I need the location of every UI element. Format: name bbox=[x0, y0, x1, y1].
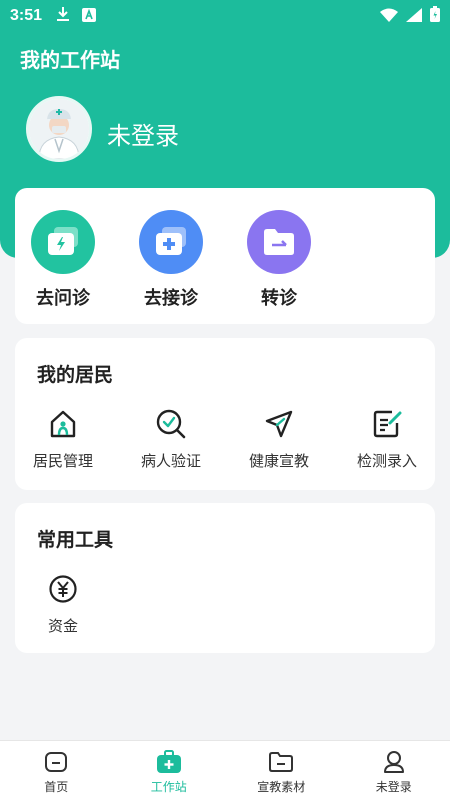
home-icon bbox=[43, 750, 69, 774]
tab-profile[interactable]: 未登录 bbox=[338, 741, 450, 800]
tab-workstation[interactable]: 工作站 bbox=[113, 741, 226, 800]
tools-title: 常用工具 bbox=[37, 529, 114, 551]
tab-education-materials-label: 宣教素材 bbox=[257, 780, 306, 794]
folder-icon bbox=[268, 750, 294, 774]
quick-actions-card: 去问诊 去接诊 转诊 bbox=[15, 188, 435, 324]
search-check-icon bbox=[155, 408, 187, 440]
send-icon bbox=[263, 408, 295, 440]
funds-button[interactable]: 资金 bbox=[13, 573, 113, 636]
test-entry-button[interactable]: 检测录入 bbox=[337, 408, 437, 471]
page-title: 我的工作站 bbox=[20, 48, 120, 72]
consultation-label: 去问诊 bbox=[36, 288, 90, 309]
yuan-icon bbox=[47, 573, 79, 605]
status-bar: 3:51 bbox=[0, 0, 450, 32]
signal-icon bbox=[406, 7, 422, 26]
medical-kit-icon bbox=[156, 750, 182, 774]
reception-label: 去接诊 bbox=[144, 288, 198, 309]
avatar[interactable] bbox=[26, 96, 92, 162]
test-entry-label: 检测录入 bbox=[356, 452, 417, 470]
residents-card: 我的居民 居民管理 病人验证 健康宣教 检测录入 bbox=[15, 338, 435, 490]
app-notification-icon bbox=[82, 7, 97, 26]
username[interactable]: 未登录 bbox=[107, 116, 179, 151]
edit-document-icon bbox=[371, 408, 403, 440]
tab-home-label: 首页 bbox=[44, 780, 69, 794]
consultation-button[interactable]: 去问诊 bbox=[23, 210, 103, 310]
funds-label: 资金 bbox=[47, 617, 78, 635]
status-time: 3:51 bbox=[10, 7, 43, 24]
tab-education-materials[interactable]: 宣教素材 bbox=[225, 741, 338, 800]
referral-button[interactable]: 转诊 bbox=[239, 210, 319, 310]
wifi-icon bbox=[380, 7, 398, 26]
tab-workstation-label: 工作站 bbox=[150, 780, 187, 794]
health-education-button[interactable]: 健康宣教 bbox=[229, 408, 329, 471]
tools-card: 常用工具 资金 bbox=[15, 503, 435, 653]
resident-management-label: 居民管理 bbox=[32, 452, 93, 470]
bottom-tab-bar: 首页 工作站 宣教素材 未登录 bbox=[0, 740, 450, 800]
folder-transfer-icon bbox=[247, 210, 311, 274]
resident-management-button[interactable]: 居民管理 bbox=[13, 408, 113, 471]
download-icon bbox=[56, 6, 70, 26]
tab-profile-label: 未登录 bbox=[375, 780, 412, 794]
doctor-avatar-icon bbox=[29, 99, 89, 159]
referral-label: 转诊 bbox=[261, 288, 297, 309]
patient-verification-button[interactable]: 病人验证 bbox=[121, 408, 221, 471]
lightning-card-icon bbox=[31, 210, 95, 274]
medical-plus-icon bbox=[139, 210, 203, 274]
house-person-icon bbox=[47, 408, 79, 440]
residents-title: 我的居民 bbox=[37, 364, 114, 386]
reception-button[interactable]: 去接诊 bbox=[131, 210, 211, 310]
battery-icon bbox=[430, 6, 440, 26]
user-icon bbox=[381, 750, 407, 774]
tab-home[interactable]: 首页 bbox=[0, 741, 113, 800]
health-education-label: 健康宣教 bbox=[248, 452, 309, 470]
patient-verification-label: 病人验证 bbox=[140, 452, 201, 470]
